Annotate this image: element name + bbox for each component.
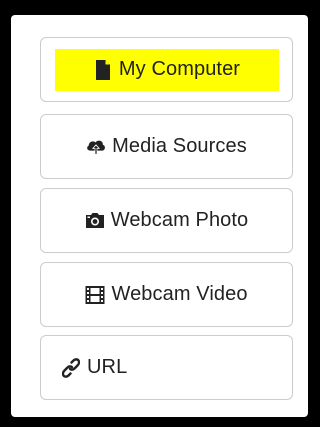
my-computer-label: My Computer (118, 58, 241, 80)
webcam-video-button[interactable]: Webcam Video (40, 262, 293, 327)
my-computer-highlight: My Computer (54, 48, 279, 91)
source-picker-popover: My Computer Media Sources Webcam Photo W… (11, 15, 308, 417)
webcam-video-label: Webcam Video (111, 283, 248, 305)
camera-icon (85, 211, 105, 231)
media-sources-label: Media Sources (112, 135, 247, 157)
film-icon (85, 285, 105, 305)
popover-arrow (15, 222, 23, 242)
webcam-photo-label: Webcam Photo (110, 209, 249, 231)
webcam-photo-button[interactable]: Webcam Photo (40, 188, 293, 253)
url-label: URL (87, 356, 128, 378)
media-sources-button[interactable]: Media Sources (40, 114, 293, 179)
cloud-upload-icon (86, 137, 106, 157)
file-icon (93, 59, 113, 80)
url-button[interactable]: URL (40, 335, 293, 400)
my-computer-button[interactable]: My Computer (40, 37, 293, 102)
link-icon (61, 357, 81, 378)
